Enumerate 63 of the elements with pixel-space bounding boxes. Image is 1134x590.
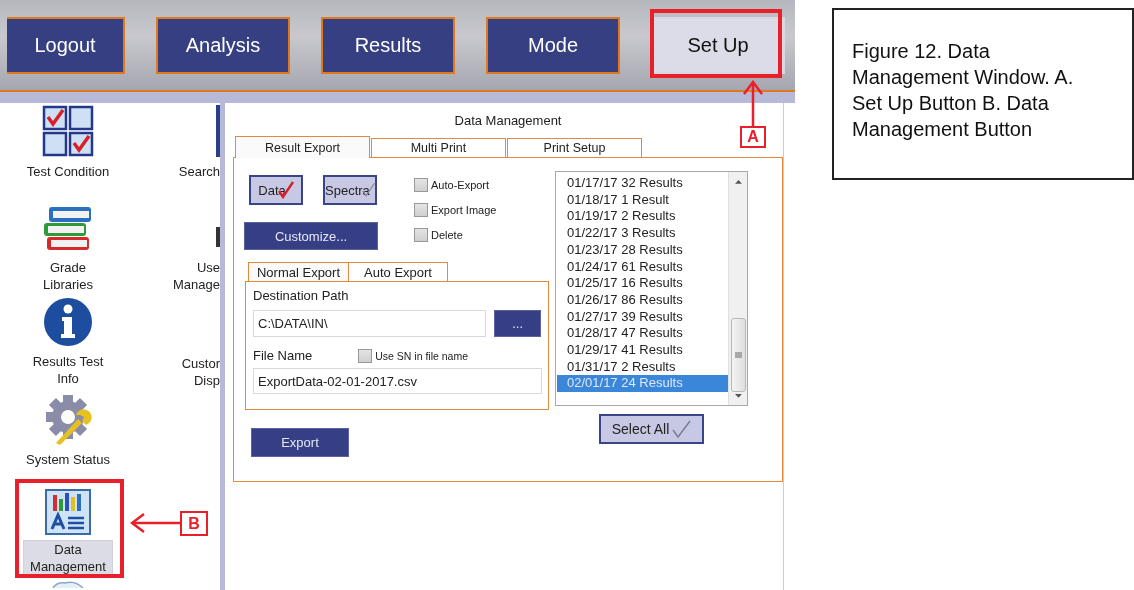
sidebar-item-label[interactable]: System Status	[22, 451, 114, 468]
dialog-title: Data Management	[453, 113, 563, 129]
sidebar-item-label[interactable]: Data Management	[24, 541, 112, 575]
list-item[interactable]: 01/28/17 47 Results	[557, 325, 728, 343]
list-item[interactable]: 01/31/17 2 Results	[557, 358, 728, 376]
checkbox[interactable]	[358, 349, 373, 363]
tab[interactable]: Print Setup	[507, 138, 642, 157]
toggle-button[interactable]: Spectra	[323, 175, 377, 205]
callout-label: B	[180, 511, 208, 536]
list-item[interactable]: 01/24/17 61 Results	[557, 258, 728, 276]
export-button[interactable]: Export	[251, 428, 349, 457]
checkbox[interactable]	[414, 203, 428, 217]
checkbox-grid-icon	[42, 105, 94, 157]
cloud-icon[interactable]	[51, 581, 85, 588]
icon-edge	[216, 227, 220, 247]
nav-button[interactable]: Results	[321, 17, 455, 74]
scroll-up-icon[interactable]	[733, 178, 743, 186]
sidebar-item-label[interactable]: Results Test Info	[28, 353, 108, 387]
tab[interactable]: Multi Print	[371, 138, 506, 157]
sidebar-item-label[interactable]: Custor Disp	[181, 355, 220, 389]
nav-button[interactable]: Set Up	[651, 17, 785, 74]
scrollbar[interactable]	[728, 172, 747, 405]
tab[interactable]: Result Export	[235, 136, 370, 158]
checkbox[interactable]	[414, 178, 428, 192]
input-field[interactable]: ExportData-02-01-2017.csv	[253, 368, 542, 394]
sidebar-item-label[interactable]: Search	[178, 163, 220, 180]
list-item[interactable]: 01/23/17 28 Results	[557, 241, 728, 259]
nav-button[interactable]: Analysis	[156, 17, 290, 74]
customize-button[interactable]: Customize...	[244, 222, 378, 250]
sidebar-item-label[interactable]: Grade Libraries	[39, 259, 97, 293]
list-item[interactable]: 01/26/17 86 Results	[557, 291, 728, 309]
list-item[interactable]: 01/19/17 2 Results	[557, 208, 728, 226]
list-item[interactable]: 01/25/17 16 Results	[557, 275, 728, 292]
sidebar-item-label[interactable]: Use Manage	[173, 259, 220, 293]
checkbox-label: Auto-Export	[431, 179, 490, 191]
tab[interactable]: Auto Export	[348, 262, 448, 281]
icon-edge	[216, 105, 220, 157]
checkbox[interactable]	[414, 228, 428, 242]
field-label: Destination Path	[253, 288, 350, 304]
callout-arrow	[130, 512, 180, 534]
nav-button[interactable]: Mode	[486, 17, 620, 74]
callout-label: A	[740, 126, 766, 148]
check-icon	[671, 419, 692, 439]
figure-caption: Figure 12. Data Management Window. A. Set Up Button B. Data Management Button	[832, 8, 1134, 180]
chart-document-icon	[45, 489, 91, 535]
list-item[interactable]: 01/22/17 3 Results	[557, 225, 728, 242]
browse-button[interactable]: ...	[494, 310, 541, 337]
list-item[interactable]: 01/29/17 41 Results	[557, 342, 728, 359]
checkbox-label: Export Image	[431, 204, 497, 216]
info-icon	[43, 297, 93, 347]
sidebar-item-label[interactable]: Test Condition	[22, 163, 114, 180]
list-item[interactable]: 01/17/17 32 Results	[557, 175, 728, 192]
checkbox-label: Delete	[431, 229, 463, 241]
nav-button[interactable]: Logout	[7, 17, 125, 74]
checkbox-label: Use SN in file name	[375, 350, 469, 362]
list-item[interactable]: 01/18/17 1 Result	[557, 191, 728, 209]
tab[interactable]: Normal Export	[248, 262, 348, 281]
list-item[interactable]: 01/27/17 39 Results	[557, 308, 728, 326]
grip-icon	[734, 352, 742, 358]
callout-arrow	[742, 80, 764, 126]
input-field[interactable]: C:\DATA\IN\	[253, 310, 487, 337]
field-label: File Name	[253, 348, 313, 364]
select-all-button[interactable]: Select All	[599, 414, 704, 444]
